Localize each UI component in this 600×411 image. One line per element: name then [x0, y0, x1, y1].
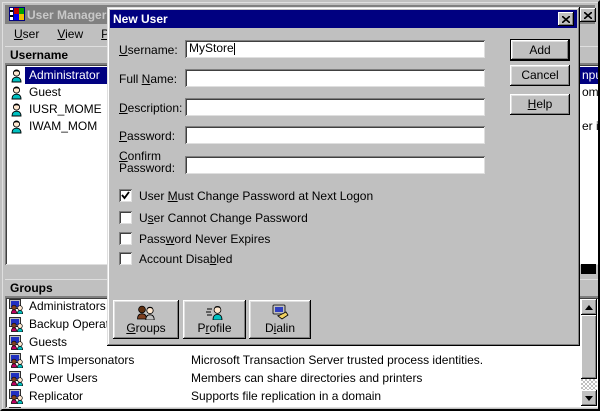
arrow-down-icon: [585, 396, 593, 401]
user-icon: [9, 119, 24, 134]
group-icon: [9, 407, 25, 408]
checkbox-label: Password Never Expires: [139, 232, 270, 246]
checkbox-label: User Cannot Change Password: [139, 211, 308, 225]
group-description: Microsoft Transaction Server trusted pro…: [191, 353, 483, 367]
user-profile-icon: [204, 304, 226, 320]
help-button[interactable]: Help: [510, 94, 570, 115]
group-name: Power Users: [29, 371, 98, 385]
user-name: IWAM_MOM: [29, 119, 97, 133]
group-description: Ordinary users: [191, 407, 270, 408]
groups-button[interactable]: Groups: [113, 300, 179, 339]
splitter-fragment: [581, 264, 596, 274]
groups-button-label: Groups: [113, 321, 179, 335]
profile-button[interactable]: Profile: [183, 300, 246, 339]
text-caret: [234, 43, 235, 55]
menu-view[interactable]: View: [48, 25, 92, 43]
checkbox-label: User Must Change Password at Next Logon: [139, 189, 373, 203]
dialin-button[interactable]: Dialin: [249, 300, 311, 339]
close-icon: [562, 16, 570, 23]
profile-button-label: Profile: [183, 321, 246, 335]
user-manager-icon: [9, 7, 25, 21]
username-label: Username:: [119, 43, 178, 57]
user-icon: [9, 68, 24, 83]
checkbox-box[interactable]: [119, 211, 132, 224]
close-icon: [584, 12, 592, 19]
dialog-title: New User: [113, 12, 168, 26]
window-title: User Manager: [27, 8, 106, 22]
user-manager-window: User Manager User View Policies Username…: [0, 0, 600, 411]
user-name: IUSR_MOME: [29, 102, 102, 116]
user-name: Guest: [29, 85, 61, 99]
user-description-fragment: er i: [582, 119, 599, 133]
group-description: Members can share directories and printe…: [191, 371, 422, 385]
dialin-button-label: Dialin: [249, 321, 311, 335]
dialog-close-button[interactable]: [558, 12, 574, 26]
menu-user[interactable]: User: [5, 25, 48, 43]
cancel-button[interactable]: Cancel: [510, 65, 570, 86]
add-button[interactable]: Add: [510, 39, 570, 61]
group-row[interactable]: Replicator Supports file replication in …: [5, 388, 599, 406]
scroll-up-button[interactable]: [581, 299, 597, 315]
two-users-icon: [135, 304, 157, 320]
confirm-password-label: ConfirmPassword:: [119, 150, 175, 174]
group-name: Users: [29, 407, 60, 408]
password-input[interactable]: [185, 126, 485, 144]
groups-scrollbar: [581, 299, 597, 406]
confirm-password-input[interactable]: [185, 156, 485, 174]
scrollbar-thumb[interactable]: [581, 315, 597, 379]
full-name-label: Full Name:: [119, 72, 177, 86]
group-name: Replicator: [29, 389, 83, 403]
group-name: MTS Impersonators: [29, 353, 134, 367]
checkbox-box[interactable]: [119, 252, 132, 265]
group-icon: [9, 371, 25, 386]
description-label: Description:: [119, 101, 182, 115]
user-description-fragment: om: [582, 85, 599, 99]
user-icon: [9, 102, 24, 117]
user-description-fragment: npu: [582, 68, 599, 82]
arrow-up-icon: [585, 305, 593, 310]
description-input[interactable]: [185, 98, 485, 116]
group-name: Guests: [29, 335, 67, 349]
check-icon: [121, 191, 130, 200]
full-name-input[interactable]: [185, 69, 485, 87]
group-name: Administrators: [29, 299, 106, 313]
group-row[interactable]: MTS Impersonators Microsoft Transaction …: [5, 352, 599, 370]
group-icon: [9, 299, 25, 314]
user-icon: [9, 85, 24, 100]
main-close-button[interactable]: [580, 8, 596, 22]
group-icon: [9, 389, 25, 404]
group-icon: [9, 335, 25, 350]
group-row[interactable]: Users Ordinary users: [5, 406, 599, 408]
scroll-down-button[interactable]: [581, 390, 597, 406]
group-description: Supports file replication in a domain: [191, 389, 381, 403]
dialog-titlebar[interactable]: New User: [110, 10, 577, 28]
username-input[interactable]: MyStore: [185, 40, 485, 58]
checkbox-box[interactable]: [119, 189, 132, 202]
group-icon: [9, 353, 25, 368]
new-user-dialog: New User Username: MyStore Full Name: De…: [107, 7, 580, 346]
group-icon: [9, 317, 25, 332]
password-label: Password:: [119, 129, 175, 143]
group-row[interactable]: Power Users Members can share directorie…: [5, 370, 599, 388]
dialin-computer-icon: [269, 304, 291, 320]
scrollbar-track[interactable]: [581, 379, 597, 390]
checkbox-box[interactable]: [119, 232, 132, 245]
user-name: Administrator: [29, 68, 100, 82]
checkbox-label: Account Disabled: [139, 252, 232, 266]
